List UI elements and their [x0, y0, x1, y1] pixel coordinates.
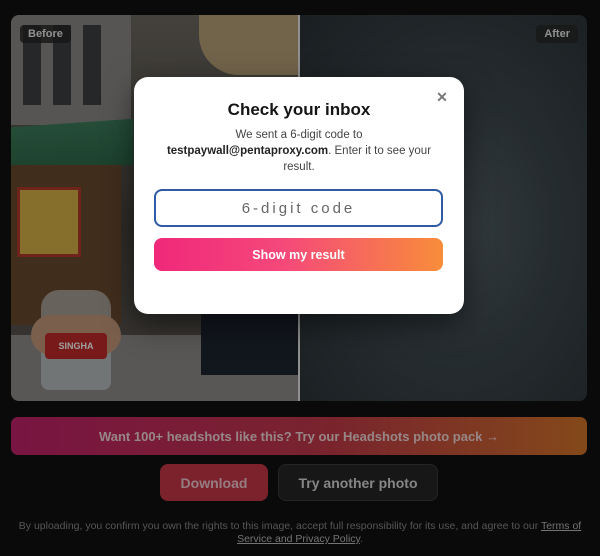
modal-title: Check your inbox: [227, 100, 371, 119]
code-input[interactable]: [154, 189, 443, 227]
modal-desc-prefix: We sent a 6-digit code to: [235, 129, 363, 141]
show-result-button[interactable]: Show my result: [154, 238, 443, 271]
modal-description: We sent a 6-digit code to testpaywall@pe…: [154, 127, 444, 175]
verification-modal: ✕ Check your inbox We sent a 6-digit cod…: [134, 77, 464, 314]
modal-email: testpaywall@pentaproxy.com: [166, 145, 329, 157]
